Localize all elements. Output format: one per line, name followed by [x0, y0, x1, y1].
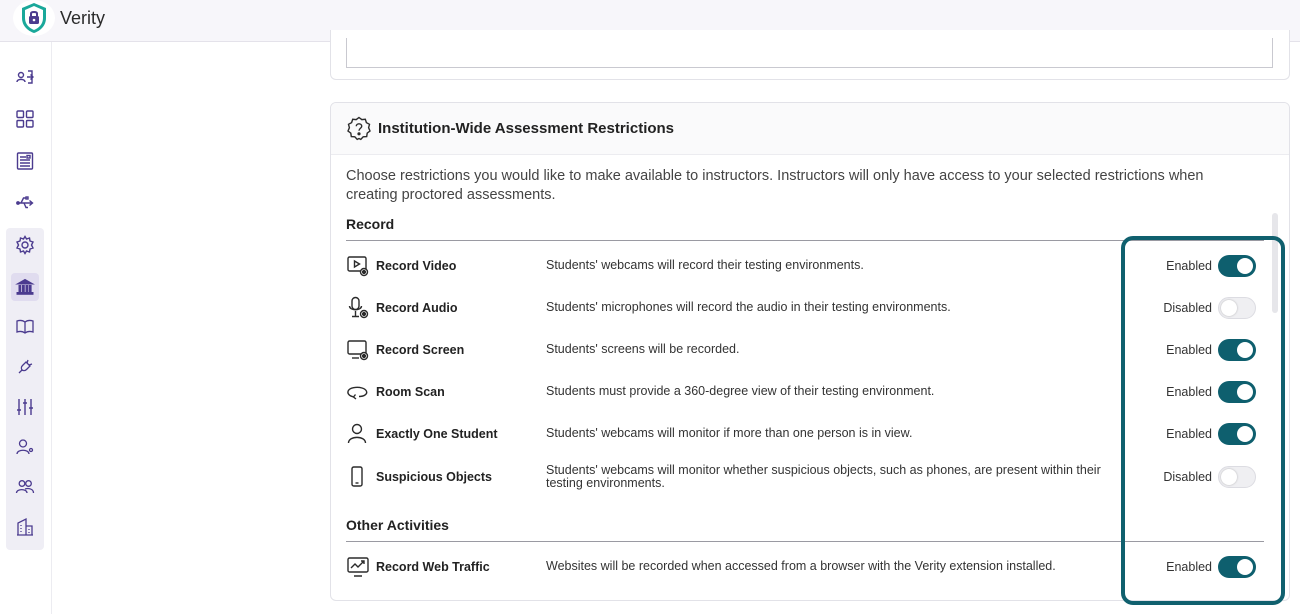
card-header: Institution-Wide Assessment Restrictions — [331, 103, 1289, 155]
toggle-suspicious-objects[interactable] — [1218, 466, 1256, 488]
row-description: Websites will be recorded when accessed … — [546, 559, 1056, 573]
row-description: Students' microphones will record the au… — [546, 300, 951, 314]
building-icon[interactable] — [11, 513, 39, 541]
secondary-panel — [52, 42, 330, 614]
row-description: Students' webcams will monitor if more t… — [546, 426, 913, 440]
row-record-audio: Record Audio Students' microphones will … — [346, 288, 1258, 328]
card-title: Institution-Wide Assessment Restrictions — [378, 120, 675, 137]
toggle-exactly-one-student[interactable] — [1218, 423, 1256, 445]
card-description: Choose restrictions you would like to ma… — [346, 168, 1204, 203]
login-icon[interactable] — [11, 63, 39, 91]
row-name: Suspicious Objects — [376, 470, 493, 484]
previous-card-textarea[interactable] — [346, 38, 1273, 68]
question-badge-icon — [347, 116, 371, 141]
section-divider — [346, 240, 1264, 241]
row-name: Record Web Traffic — [376, 560, 490, 574]
row-description: Students must provide a 360-degree view … — [546, 384, 935, 398]
row-status: Disabled — [1163, 470, 1212, 484]
screen-icon — [347, 340, 369, 361]
web-traffic-icon — [347, 557, 369, 577]
microphone-icon — [348, 296, 369, 319]
person-icon — [347, 423, 367, 444]
row-status: Enabled — [1166, 560, 1212, 574]
section-title-record: Record — [346, 216, 395, 232]
phone-icon — [351, 466, 363, 487]
scrollbar[interactable] — [1272, 213, 1278, 313]
video-icon — [347, 256, 369, 277]
sidebar-rail — [0, 42, 52, 614]
user-settings-icon[interactable] — [11, 433, 39, 461]
institution-icon[interactable] — [11, 273, 39, 301]
section-title-other-activities: Other Activities — [346, 517, 449, 533]
report-icon[interactable] — [11, 147, 39, 175]
row-record-web-traffic: Record Web Traffic Websites will be reco… — [346, 547, 1258, 587]
gear-icon[interactable] — [11, 231, 39, 259]
toggle-room-scan[interactable] — [1218, 381, 1256, 403]
row-status: Enabled — [1166, 427, 1212, 441]
row-record-video: Record Video Students' webcams will reco… — [346, 246, 1258, 286]
section-divider — [346, 541, 1264, 542]
row-room-scan: Room Scan Students must provide a 360-de… — [346, 372, 1258, 412]
previous-card — [330, 30, 1290, 80]
sliders-icon[interactable] — [11, 393, 39, 421]
row-description: Students' webcams will monitor whether s… — [546, 463, 1101, 490]
toggle-record-web-traffic[interactable] — [1218, 556, 1256, 578]
plug-icon[interactable] — [11, 353, 39, 381]
room-scan-icon — [347, 386, 368, 400]
dashboard-icon[interactable] — [11, 105, 39, 133]
users-icon[interactable] — [11, 473, 39, 501]
verity-logo-icon[interactable] — [13, 0, 55, 36]
toggle-record-screen[interactable] — [1218, 339, 1256, 361]
row-name: Record Screen — [376, 343, 465, 357]
usb-icon[interactable] — [11, 189, 39, 217]
row-description: Students' webcams will record their test… — [546, 258, 864, 272]
row-status: Enabled — [1166, 259, 1212, 273]
row-name: Exactly One Student — [376, 427, 498, 441]
row-name: Record Video — [376, 259, 457, 273]
row-status: Enabled — [1166, 385, 1212, 399]
book-icon[interactable] — [11, 313, 39, 341]
row-record-screen: Record Screen Students' screens will be … — [346, 330, 1258, 370]
row-name: Record Audio — [376, 301, 458, 315]
row-status: Enabled — [1166, 343, 1212, 357]
restrictions-card: Institution-Wide Assessment Restrictions… — [330, 102, 1290, 601]
toggle-record-video[interactable] — [1218, 255, 1256, 277]
row-suspicious-objects: Suspicious Objects Students' webcams wil… — [346, 457, 1258, 497]
row-name: Room Scan — [376, 385, 445, 399]
app-title: Verity — [60, 8, 106, 28]
row-exactly-one-student: Exactly One Student Students' webcams wi… — [346, 414, 1258, 454]
row-status: Disabled — [1163, 301, 1212, 315]
row-description: Students' screens will be recorded. — [546, 342, 740, 356]
toggle-record-audio[interactable] — [1218, 297, 1256, 319]
